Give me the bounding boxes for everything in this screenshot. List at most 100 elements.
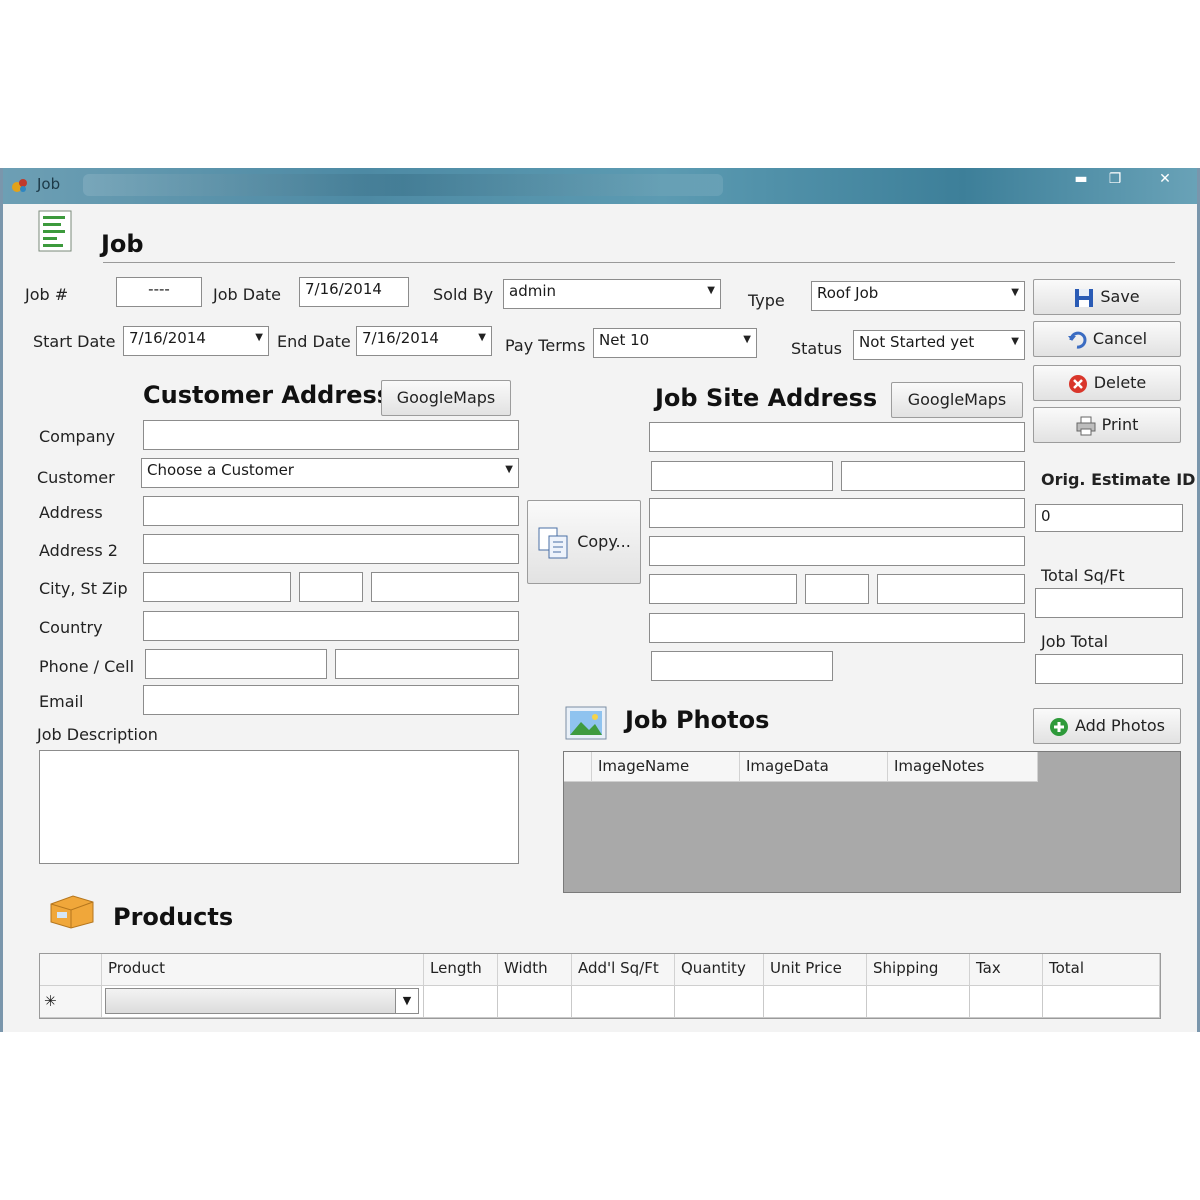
status-select[interactable]: Not Started yet ▼ <box>853 330 1025 360</box>
jobsite-address-field[interactable] <box>649 498 1025 528</box>
jobsite-city-field[interactable] <box>649 574 797 604</box>
print-button[interactable]: Print <box>1033 407 1181 443</box>
chevron-down-icon: ▼ <box>743 334 751 345</box>
quantity-cell[interactable] <box>675 986 764 1018</box>
save-button[interactable]: Save <box>1033 279 1181 315</box>
job-total-label: Job Total <box>1041 632 1109 651</box>
pay-terms-label: Pay Terms <box>505 336 586 355</box>
products-column-header[interactable]: Product <box>102 954 424 986</box>
jobsite-first-name-field[interactable] <box>651 461 833 491</box>
address2-label: Address 2 <box>39 541 118 560</box>
length-cell[interactable] <box>424 986 498 1018</box>
address-label: Address <box>39 503 103 522</box>
state-field[interactable] <box>299 572 363 602</box>
products-column-header[interactable]: Total <box>1043 954 1160 986</box>
end-date-value: 7/16/2014 <box>362 329 439 347</box>
job-date-field[interactable]: 7/16/2014 <box>299 277 409 307</box>
add-photos-label: Add Photos <box>1074 716 1166 735</box>
country-field[interactable] <box>143 611 519 641</box>
job-date-label: Job Date <box>213 285 281 304</box>
photos-column-header[interactable]: ImageData <box>740 752 888 782</box>
tax-cell[interactable] <box>970 986 1043 1018</box>
city-state-zip-label: City, St Zip <box>39 579 128 598</box>
customer-select[interactable]: Choose a Customer ▼ <box>141 458 519 488</box>
copy-address-button[interactable]: Copy... <box>527 500 641 584</box>
phone-cell-label: Phone / Cell <box>39 657 135 676</box>
company-label: Company <box>39 427 116 446</box>
shipping-cell[interactable] <box>867 986 970 1018</box>
products-box-icon <box>50 895 94 929</box>
customer-googlemaps-button[interactable]: GoogleMaps <box>381 380 511 416</box>
title-bar-decoration <box>83 174 723 196</box>
chevron-down-icon: ▼ <box>478 332 486 343</box>
photos-column-header[interactable]: ImageName <box>592 752 740 782</box>
unit-price-cell[interactable] <box>764 986 867 1018</box>
sold-by-select[interactable]: admin ▼ <box>503 279 721 309</box>
cancel-button-label: Cancel <box>1092 329 1148 348</box>
addl-sqft-cell[interactable] <box>572 986 675 1018</box>
copy-button-label: Copy... <box>577 532 631 551</box>
chevron-down-icon: ▼ <box>505 464 513 475</box>
pay-terms-select[interactable]: Net 10 ▼ <box>593 328 757 358</box>
start-date-picker[interactable]: 7/16/2014 ▼ <box>123 326 269 356</box>
total-sqft-label: Total Sq/Ft <box>1041 566 1125 585</box>
delete-button[interactable]: Delete <box>1033 365 1181 401</box>
products-column-header[interactable]: Unit Price <box>764 954 867 986</box>
address-field[interactable] <box>143 496 519 526</box>
cell-field[interactable] <box>335 649 519 679</box>
title-bar[interactable]: Job ▬ ❐ ✕ <box>3 168 1197 204</box>
jobsite-company-field[interactable] <box>649 422 1025 452</box>
start-date-value: 7/16/2014 <box>129 329 206 347</box>
products-column-header[interactable]: Length <box>424 954 498 986</box>
maximize-button[interactable]: ❐ <box>1099 168 1131 192</box>
jobsite-zip-field[interactable] <box>877 574 1025 604</box>
job-number-field[interactable]: ---- <box>116 277 202 307</box>
jobsite-address2-field[interactable] <box>649 536 1025 566</box>
delete-icon <box>1068 374 1087 393</box>
jobsite-state-field[interactable] <box>805 574 869 604</box>
minimize-button[interactable]: ▬ <box>1065 168 1097 192</box>
company-field[interactable] <box>143 420 519 450</box>
products-column-header[interactable]: Tax <box>970 954 1043 986</box>
zip-field[interactable] <box>371 572 519 602</box>
customer-label: Customer <box>37 468 115 487</box>
end-date-picker[interactable]: 7/16/2014 ▼ <box>356 326 492 356</box>
products-column-header[interactable]: Width <box>498 954 572 986</box>
floppy-disk-icon <box>1075 288 1094 307</box>
add-photos-button[interactable]: Add Photos <box>1033 708 1181 744</box>
photos-column-header[interactable]: ImageNotes <box>888 752 1038 782</box>
products-column-header[interactable]: Quantity <box>675 954 764 986</box>
jobsite-phone-field[interactable] <box>651 651 833 681</box>
jobsite-country-field[interactable] <box>649 613 1025 643</box>
products-column-header[interactable]: Add'l Sq/Ft <box>572 954 675 986</box>
phone-field[interactable] <box>145 649 327 679</box>
type-select[interactable]: Roof Job ▼ <box>811 281 1025 311</box>
type-label: Type <box>748 291 785 310</box>
email-field[interactable] <box>143 685 519 715</box>
cancel-button[interactable]: Cancel <box>1033 321 1181 357</box>
product-select[interactable]: ▼ <box>105 988 419 1014</box>
orig-estimate-id-label: Orig. Estimate ID <box>1041 470 1196 489</box>
sold-by-label: Sold By <box>433 285 494 304</box>
photo-icon <box>565 706 607 740</box>
chevron-down-icon: ▼ <box>1011 336 1019 347</box>
chevron-down-icon: ▼ <box>1011 287 1019 298</box>
width-cell[interactable] <box>498 986 572 1018</box>
table-row-product-cell[interactable]: ▼ <box>102 986 424 1018</box>
jobsite-googlemaps-button[interactable]: GoogleMaps <box>891 382 1023 418</box>
job-photos-heading: Job Photos <box>625 706 770 734</box>
chevron-down-icon: ▼ <box>395 989 418 1013</box>
photos-grid[interactable]: ImageName ImageData ImageNotes <box>563 751 1181 893</box>
chevron-down-icon: ▼ <box>255 332 263 343</box>
status-value: Not Started yet <box>859 333 975 351</box>
job-description-textarea[interactable] <box>39 750 519 864</box>
orig-estimate-id-field[interactable]: 0 <box>1035 504 1183 532</box>
total-cell[interactable] <box>1043 986 1160 1018</box>
address2-field[interactable] <box>143 534 519 564</box>
products-column-header[interactable]: Shipping <box>867 954 970 986</box>
undo-icon <box>1067 331 1087 349</box>
products-grid[interactable]: Product Length Width Add'l Sq/Ft Quantit… <box>39 953 1161 1019</box>
city-field[interactable] <box>143 572 291 602</box>
close-button[interactable]: ✕ <box>1143 168 1187 192</box>
jobsite-last-name-field[interactable] <box>841 461 1025 491</box>
